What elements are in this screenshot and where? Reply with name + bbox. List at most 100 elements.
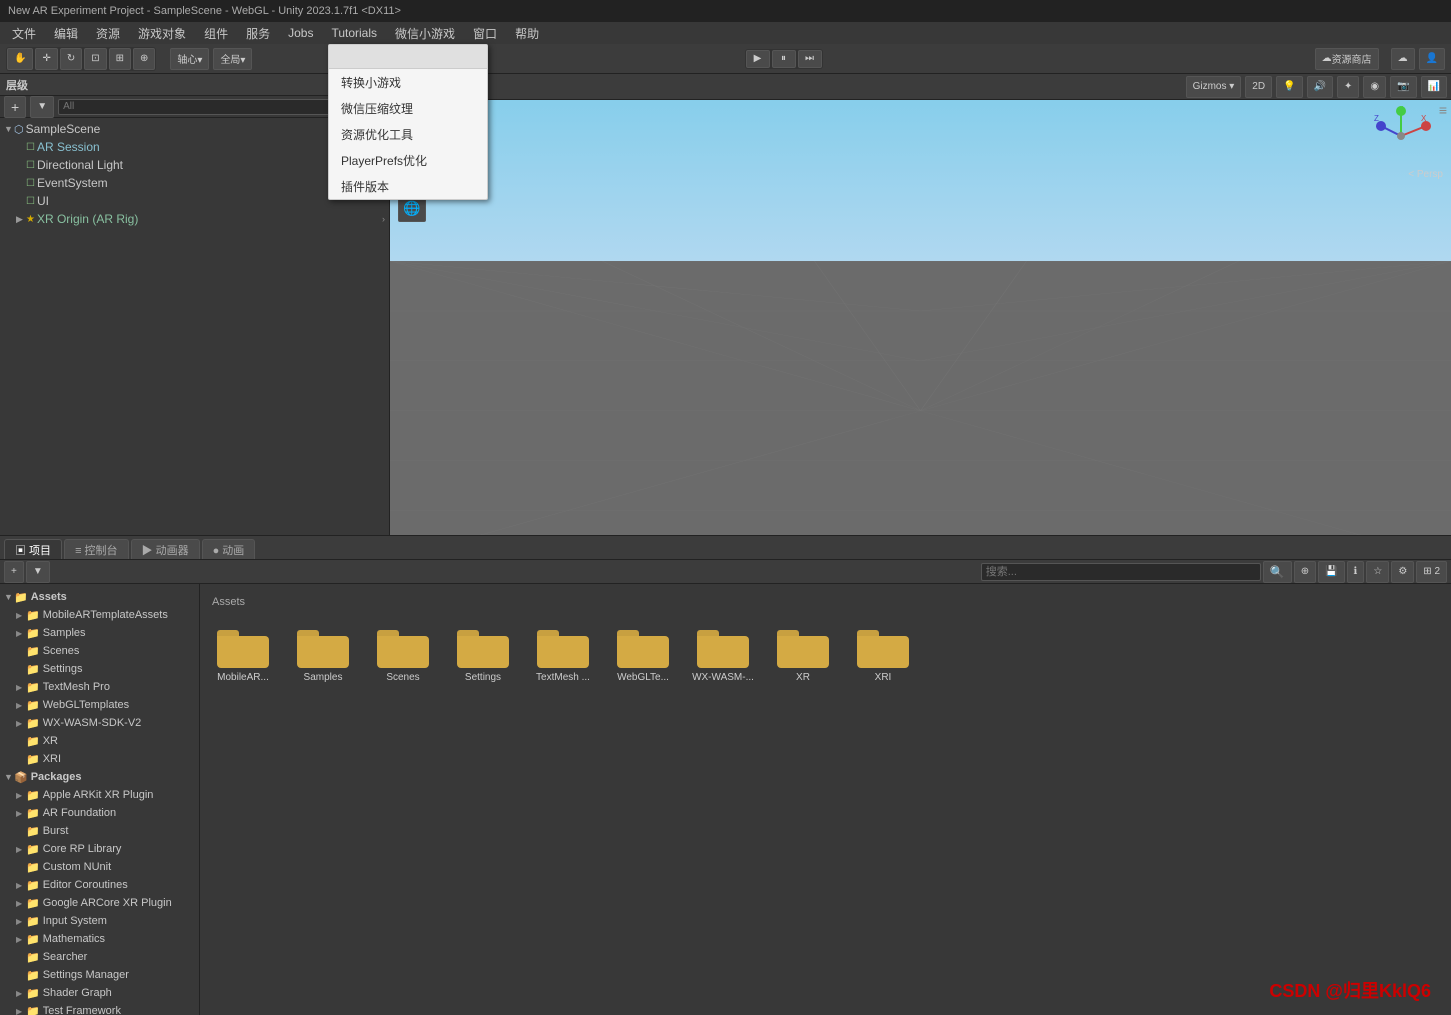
account-button[interactable]: 👤	[1419, 48, 1445, 70]
info-btn[interactable]: ℹ	[1347, 561, 1365, 583]
wechat-dropdown-menu: 转换小游戏 微信压缩纹理 资源优化工具 PlayerPrefs优化 插件版本	[328, 44, 488, 200]
scene-top-toolbar: 场景 游戏 Gizmos ▾ 2D 💡 🔊 ✦ ◉ 📷 📊	[390, 74, 1451, 100]
asset-item-samples[interactable]: Samples	[288, 620, 358, 687]
folder-wxwasm[interactable]: ▶ 📁WX-WASM-SDK-V2	[0, 714, 199, 732]
pivot-button[interactable]: 轴心▾	[170, 48, 209, 70]
folder-settingsmanager[interactable]: 📁Settings Manager	[0, 966, 199, 984]
assets-grid: MobileAR... Samples Scenes Settings Text…	[208, 620, 1443, 687]
menu-help[interactable]: 帮助	[507, 23, 547, 44]
cloud-button[interactable]: ☁	[1391, 48, 1415, 70]
global-button[interactable]: 全局▾	[213, 48, 252, 70]
asset-item-xri[interactable]: XRI	[848, 620, 918, 687]
pause-button[interactable]: ⏸	[772, 50, 796, 68]
main-layout: 层级 + ▼ ▼ ⬡ SampleScene ☐ AR Session ☐	[0, 74, 1451, 535]
packages-section-header[interactable]: ▼ 📦 Packages	[0, 768, 199, 786]
2d-button[interactable]: 2D	[1245, 76, 1272, 98]
menu-file[interactable]: 文件	[4, 23, 44, 44]
asset-store-button[interactable]: ☁ 资源商店	[1315, 48, 1379, 70]
folder-mathematics[interactable]: ▶ 📁Mathematics	[0, 930, 199, 948]
folder-burst[interactable]: 📁Burst	[0, 822, 199, 840]
tool-rotate[interactable]: ↻	[60, 48, 82, 70]
gizmos-button[interactable]: Gizmos ▾	[1186, 76, 1242, 98]
hierarchy-menu-button[interactable]: ▼	[30, 96, 54, 118]
folder-settings[interactable]: 📁Settings	[0, 660, 199, 678]
asset-item-xr[interactable]: XR	[768, 620, 838, 687]
scene-hamburger-menu[interactable]: ≡	[1439, 102, 1447, 118]
folder-samples[interactable]: ▶ 📁Samples	[0, 624, 199, 642]
menu-component[interactable]: 组件	[196, 23, 236, 44]
menu-services[interactable]: 服务	[238, 23, 278, 44]
columns-btn[interactable]: ⊞ 2	[1416, 561, 1447, 583]
toolbar-transform-tools: ✋ ✛ ↻ ⊡ ⊞ ⊕	[6, 47, 156, 71]
folder-corerplib[interactable]: ▶ 📁Core RP Library	[0, 840, 199, 858]
filter-btn[interactable]: ⊕	[1294, 561, 1316, 583]
project-menu-button[interactable]: ▼	[26, 561, 50, 583]
folder-customnunit[interactable]: 📁Custom NUnit	[0, 858, 199, 876]
tool-hand[interactable]: ✋	[7, 48, 33, 70]
camera-overlay[interactable]: 📷	[1390, 76, 1416, 98]
menu-tutorials[interactable]: Tutorials	[323, 24, 385, 42]
folder-xr[interactable]: 📁XR	[0, 732, 199, 750]
menu-window[interactable]: 窗口	[465, 23, 505, 44]
menu-assets[interactable]: 资源	[88, 23, 128, 44]
audio-button[interactable]: 🔊	[1307, 76, 1333, 98]
folder-editorcoroutines[interactable]: ▶ 📁Editor Coroutines	[0, 876, 199, 894]
hierarchy-add-button[interactable]: +	[4, 96, 26, 118]
hidden-button[interactable]: ◉	[1363, 76, 1386, 98]
scene-canvas	[390, 100, 1451, 535]
folder-scenes[interactable]: 📁Scenes	[0, 642, 199, 660]
folder-testframework[interactable]: ▶ 📁Test Framework	[0, 1002, 199, 1015]
asset-item-scenes[interactable]: Scenes	[368, 620, 438, 687]
asset-item-settings[interactable]: Settings	[448, 620, 518, 687]
folder-thumb-xri	[857, 624, 909, 668]
dropdown-plugin-version[interactable]: 插件版本	[329, 173, 487, 199]
folder-inputsystem[interactable]: ▶ 📁Input System	[0, 912, 199, 930]
persp-label: < Persp	[1408, 169, 1443, 180]
folder-searcher[interactable]: 📁Searcher	[0, 948, 199, 966]
menu-edit[interactable]: 编辑	[46, 23, 86, 44]
settings-btn[interactable]: ⚙	[1391, 561, 1414, 583]
hierarchy-item-xrorigin[interactable]: ▶ ★ XR Origin (AR Rig) ›	[0, 210, 389, 228]
play-button[interactable]: ▶	[746, 50, 770, 68]
folder-textmeshpro[interactable]: ▶ 📁TextMesh Pro	[0, 678, 199, 696]
dropdown-resource-optimizer[interactable]: 资源优化工具	[329, 121, 487, 147]
asset-item-webglte[interactable]: WebGLTe...	[608, 620, 678, 687]
tab-console[interactable]: ≡ 控制台	[64, 539, 128, 559]
project-breadcrumb: Assets	[208, 592, 1443, 612]
fx-button[interactable]: ✦	[1337, 76, 1359, 98]
tab-animator[interactable]: ▶ 动画器	[131, 539, 200, 559]
tool-rect[interactable]: ⊞	[109, 48, 131, 70]
tool-transform[interactable]: ⊕	[133, 48, 155, 70]
menu-jobs[interactable]: Jobs	[280, 24, 321, 42]
folder-googlearcore[interactable]: ▶ 📁Google ARCore XR Plugin	[0, 894, 199, 912]
bottom-panel: ▣ 项目 ≡ 控制台 ▶ 动画器 ● 动画 + ▼ 🔍 ⊕ 💾 ℹ ☆ ⚙ ⊞ …	[0, 535, 1451, 1015]
star-btn[interactable]: ☆	[1366, 561, 1389, 583]
dropdown-compress-texture[interactable]: 微信压缩纹理	[329, 95, 487, 121]
step-button[interactable]: ⏭	[798, 50, 822, 68]
asset-item-textmesh[interactable]: TextMesh ...	[528, 620, 598, 687]
menu-wechat[interactable]: 微信小游戏	[387, 23, 463, 44]
assets-section-header[interactable]: ▼ 📁 Assets	[0, 588, 199, 606]
search-icon-btn[interactable]: 🔍	[1263, 561, 1292, 583]
tab-animation[interactable]: ● 动画	[202, 539, 256, 559]
save-btn[interactable]: 💾	[1318, 561, 1344, 583]
asset-item-wxwasm[interactable]: WX-WASM-...	[688, 620, 758, 687]
project-search-input[interactable]	[981, 563, 1261, 581]
asset-label-xri: XRI	[875, 672, 892, 683]
folder-mobileartemplates[interactable]: ▶ 📁MobileARTemplateAssets	[0, 606, 199, 624]
light-button[interactable]: 💡	[1276, 76, 1302, 98]
folder-xri[interactable]: 📁XRI	[0, 750, 199, 768]
tool-move[interactable]: ✛	[35, 48, 57, 70]
menu-gameobject[interactable]: 游戏对象	[130, 23, 194, 44]
render-stats[interactable]: 📊	[1421, 76, 1447, 98]
folder-applarkitxr[interactable]: ▶ 📁Apple ARKit XR Plugin	[0, 786, 199, 804]
project-add-button[interactable]: +	[4, 561, 24, 583]
dropdown-convert-game[interactable]: 转换小游戏	[329, 69, 487, 95]
tool-scale[interactable]: ⊡	[84, 48, 106, 70]
folder-webgltemplates[interactable]: ▶ 📁WebGLTemplates	[0, 696, 199, 714]
folder-arfoundation[interactable]: ▶ 📁AR Foundation	[0, 804, 199, 822]
tab-project[interactable]: ▣ 项目	[4, 539, 62, 559]
dropdown-playerprefs[interactable]: PlayerPrefs优化	[329, 147, 487, 173]
asset-item-mobilear[interactable]: MobileAR...	[208, 620, 278, 687]
folder-shadergraph[interactable]: ▶ 📁Shader Graph	[0, 984, 199, 1002]
